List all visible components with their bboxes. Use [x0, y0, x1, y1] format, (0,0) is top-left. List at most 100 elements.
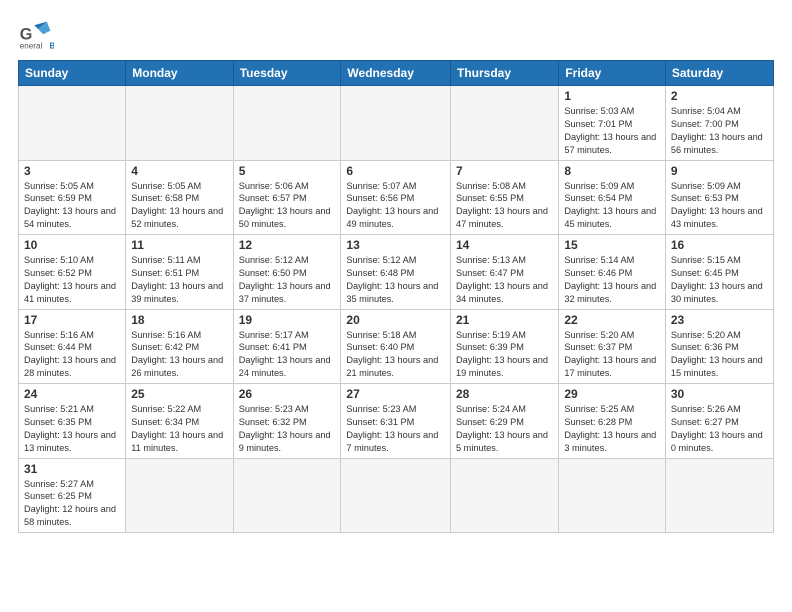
calendar-cell: 16Sunrise: 5:15 AM Sunset: 6:45 PM Dayli… — [665, 235, 773, 310]
calendar-cell: 23 Sunrise: 5:20 AM Sunset: 6:36 PM Dayli… — [665, 309, 773, 384]
day-info: Sunrise: 5:16 AM Sunset: 6:42 PM Dayligh… — [131, 329, 227, 381]
calendar-cell: 30Sunrise: 5:26 AM Sunset: 6:27 PM Dayli… — [665, 384, 773, 459]
generalblue-icon: G eneral Blue — [18, 18, 54, 54]
week-row-2: 3Sunrise: 5:05 AM Sunset: 6:59 PM Daylig… — [19, 160, 774, 235]
day-number: 11 — [131, 238, 227, 252]
svg-text:Blue: Blue — [50, 42, 55, 51]
day-number: 4 — [131, 164, 227, 178]
week-row-4: 17 Sunrise: 5:16 AM Sunset: 6:44 PM Dayli… — [19, 309, 774, 384]
day-info: Sunrise: 5:12 AM Sunset: 6:50 PM Dayligh… — [239, 254, 336, 306]
calendar-cell — [126, 458, 233, 533]
calendar-cell: 14Sunrise: 5:13 AM Sunset: 6:47 PM Dayli… — [451, 235, 559, 310]
calendar-cell: 9 Sunrise: 5:09 AM Sunset: 6:53 PM Daylig… — [665, 160, 773, 235]
day-info: Sunrise: 5:09 AM Sunset: 6:54 PM Dayligh… — [564, 180, 660, 232]
calendar-cell — [126, 86, 233, 161]
calendar-cell: 21 Sunrise: 5:19 AM Sunset: 6:39 PM Dayli… — [451, 309, 559, 384]
calendar-cell — [451, 86, 559, 161]
day-info: Sunrise: 5:12 AM Sunset: 6:48 PM Dayligh… — [346, 254, 445, 306]
calendar-cell: 2Sunrise: 5:04 AM Sunset: 7:00 PM Daylig… — [665, 86, 773, 161]
calendar-cell — [665, 458, 773, 533]
day-number: 2 — [671, 89, 768, 103]
logo: G eneral Blue — [18, 18, 58, 54]
day-info: Sunrise: 5:15 AM Sunset: 6:45 PM Dayligh… — [671, 254, 768, 306]
calendar-table: SundayMondayTuesdayWednesdayThursdayFrid… — [18, 60, 774, 533]
calendar-cell — [233, 86, 341, 161]
calendar-cell: 6 Sunrise: 5:07 AM Sunset: 6:56 PM Daylig… — [341, 160, 451, 235]
calendar-cell: 28 Sunrise: 5:24 AM Sunset: 6:29 PM Dayli… — [451, 384, 559, 459]
day-number: 30 — [671, 387, 768, 401]
weekday-thursday: Thursday — [451, 61, 559, 86]
calendar-cell: 13 Sunrise: 5:12 AM Sunset: 6:48 PM Dayli… — [341, 235, 451, 310]
calendar-cell — [341, 86, 451, 161]
calendar-cell: 26Sunrise: 5:23 AM Sunset: 6:32 PM Dayli… — [233, 384, 341, 459]
day-info: Sunrise: 5:21 AM Sunset: 6:35 PM Dayligh… — [24, 403, 120, 455]
day-number: 21 — [456, 313, 553, 327]
calendar-cell: 3Sunrise: 5:05 AM Sunset: 6:59 PM Daylig… — [19, 160, 126, 235]
day-number: 22 — [564, 313, 660, 327]
day-number: 8 — [564, 164, 660, 178]
calendar-cell: 24 Sunrise: 5:21 AM Sunset: 6:35 PM Dayli… — [19, 384, 126, 459]
day-info: Sunrise: 5:20 AM Sunset: 6:36 PM Dayligh… — [671, 329, 768, 381]
day-info: Sunrise: 5:06 AM Sunset: 6:57 PM Dayligh… — [239, 180, 336, 232]
day-info: Sunrise: 5:09 AM Sunset: 6:53 PM Dayligh… — [671, 180, 768, 232]
calendar-cell: 17 Sunrise: 5:16 AM Sunset: 6:44 PM Dayli… — [19, 309, 126, 384]
day-info: Sunrise: 5:07 AM Sunset: 6:56 PM Dayligh… — [346, 180, 445, 232]
day-info: Sunrise: 5:05 AM Sunset: 6:59 PM Dayligh… — [24, 180, 120, 232]
weekday-sunday: Sunday — [19, 61, 126, 86]
day-info: Sunrise: 5:16 AM Sunset: 6:44 PM Dayligh… — [24, 329, 120, 381]
calendar-cell: 27Sunrise: 5:23 AM Sunset: 6:31 PM Dayli… — [341, 384, 451, 459]
day-number: 20 — [346, 313, 445, 327]
calendar-cell: 25Sunrise: 5:22 AM Sunset: 6:34 PM Dayli… — [126, 384, 233, 459]
weekday-tuesday: Tuesday — [233, 61, 341, 86]
calendar-cell: 31 Sunrise: 5:27 AM Sunset: 6:25 PM Dayli… — [19, 458, 126, 533]
page: G eneral Blue SundayMondayTuesdayWednesd… — [0, 0, 792, 543]
week-row-6: 31 Sunrise: 5:27 AM Sunset: 6:25 PM Dayli… — [19, 458, 774, 533]
day-number: 28 — [456, 387, 553, 401]
day-number: 7 — [456, 164, 553, 178]
calendar-cell: 1 Sunrise: 5:03 AM Sunset: 7:01 PM Daylig… — [559, 86, 666, 161]
day-info: Sunrise: 5:19 AM Sunset: 6:39 PM Dayligh… — [456, 329, 553, 381]
day-info: Sunrise: 5:25 AM Sunset: 6:28 PM Dayligh… — [564, 403, 660, 455]
day-info: Sunrise: 5:18 AM Sunset: 6:40 PM Dayligh… — [346, 329, 445, 381]
day-number: 12 — [239, 238, 336, 252]
calendar-cell: 15Sunrise: 5:14 AM Sunset: 6:46 PM Dayli… — [559, 235, 666, 310]
calendar-cell: 22 Sunrise: 5:20 AM Sunset: 6:37 PM Dayli… — [559, 309, 666, 384]
day-info: Sunrise: 5:05 AM Sunset: 6:58 PM Dayligh… — [131, 180, 227, 232]
day-number: 27 — [346, 387, 445, 401]
day-info: Sunrise: 5:03 AM Sunset: 7:01 PM Dayligh… — [564, 105, 660, 157]
calendar-cell: 18Sunrise: 5:16 AM Sunset: 6:42 PM Dayli… — [126, 309, 233, 384]
week-row-1: 1 Sunrise: 5:03 AM Sunset: 7:01 PM Daylig… — [19, 86, 774, 161]
calendar-cell — [341, 458, 451, 533]
calendar-cell — [559, 458, 666, 533]
day-number: 29 — [564, 387, 660, 401]
day-number: 19 — [239, 313, 336, 327]
day-info: Sunrise: 5:17 AM Sunset: 6:41 PM Dayligh… — [239, 329, 336, 381]
day-number: 13 — [346, 238, 445, 252]
calendar-cell: 19 Sunrise: 5:17 AM Sunset: 6:41 PM Dayli… — [233, 309, 341, 384]
day-info: Sunrise: 5:08 AM Sunset: 6:55 PM Dayligh… — [456, 180, 553, 232]
day-number: 17 — [24, 313, 120, 327]
day-number: 9 — [671, 164, 768, 178]
weekday-header-row: SundayMondayTuesdayWednesdayThursdayFrid… — [19, 61, 774, 86]
day-info: Sunrise: 5:11 AM Sunset: 6:51 PM Dayligh… — [131, 254, 227, 306]
weekday-wednesday: Wednesday — [341, 61, 451, 86]
day-number: 5 — [239, 164, 336, 178]
day-info: Sunrise: 5:13 AM Sunset: 6:47 PM Dayligh… — [456, 254, 553, 306]
day-number: 1 — [564, 89, 660, 103]
day-info: Sunrise: 5:24 AM Sunset: 6:29 PM Dayligh… — [456, 403, 553, 455]
day-info: Sunrise: 5:20 AM Sunset: 6:37 PM Dayligh… — [564, 329, 660, 381]
weekday-friday: Friday — [559, 61, 666, 86]
weekday-saturday: Saturday — [665, 61, 773, 86]
day-number: 6 — [346, 164, 445, 178]
day-number: 31 — [24, 462, 120, 476]
day-number: 24 — [24, 387, 120, 401]
calendar-cell — [451, 458, 559, 533]
week-row-3: 10Sunrise: 5:10 AM Sunset: 6:52 PM Dayli… — [19, 235, 774, 310]
calendar-cell: 20 Sunrise: 5:18 AM Sunset: 6:40 PM Dayli… — [341, 309, 451, 384]
day-info: Sunrise: 5:27 AM Sunset: 6:25 PM Dayligh… — [24, 478, 120, 530]
day-number: 26 — [239, 387, 336, 401]
calendar-cell — [233, 458, 341, 533]
day-info: Sunrise: 5:14 AM Sunset: 6:46 PM Dayligh… — [564, 254, 660, 306]
day-number: 23 — [671, 313, 768, 327]
calendar-cell: 10Sunrise: 5:10 AM Sunset: 6:52 PM Dayli… — [19, 235, 126, 310]
